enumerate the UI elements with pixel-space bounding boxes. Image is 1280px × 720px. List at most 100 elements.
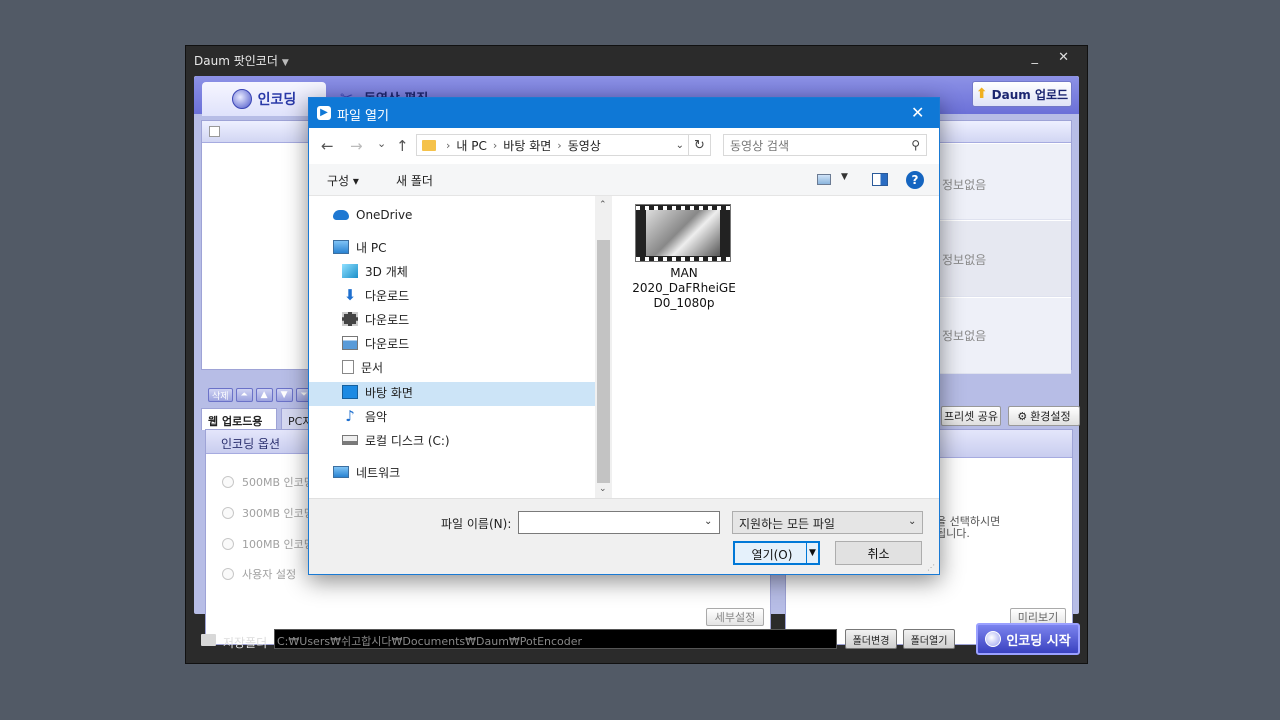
chevron-down-icon[interactable]: ▼ [841, 172, 848, 182]
file-name[interactable]: MAN 2020_DaFRheiGE D0_1080p [620, 266, 748, 311]
tab-web-upload[interactable]: 웹 업로드용 [201, 408, 277, 430]
music-icon: ♪ [345, 407, 355, 425]
window-controls[interactable]: _ ✕ [1031, 50, 1077, 65]
video-thumbnail[interactable] [635, 204, 731, 262]
resize-grip-icon[interactable]: ⋰ [927, 563, 935, 572]
chevron-down-icon[interactable]: ⌄ [704, 516, 712, 527]
open-split-dropdown-icon[interactable]: ▼ [806, 543, 818, 563]
radio-icon[interactable] [222, 568, 234, 580]
nav-item-network[interactable]: 네트워크 [333, 461, 400, 483]
nav-item-label: 네트워크 [356, 465, 401, 480]
close-icon[interactable]: ✕ [911, 103, 924, 122]
search-input[interactable]: 동영상 검색 ⚲ [723, 134, 927, 156]
new-folder-button[interactable]: 새 폴더 [396, 172, 433, 189]
radio-option[interactable]: 사용자 설정 [222, 566, 296, 582]
list-row-info: 정보없음 [942, 329, 987, 343]
dialog-toolbar: 구성 ▾ 새 폴더 ▼ ? [309, 164, 939, 196]
preset-share-button[interactable]: 프리셋 공유 [941, 406, 1001, 426]
nav-scrollbar-thumb[interactable] [597, 240, 610, 483]
radio-label: 500MB 인코딩 [242, 476, 314, 489]
file-type-select[interactable]: 지원하는 모든 파일 [732, 511, 923, 534]
nav-item-label: 음악 [365, 409, 388, 424]
filename-label: 파일 이름(N): [441, 517, 512, 531]
nav-item-label: 다운로드 [365, 336, 410, 351]
search-icon: ⚲ [911, 138, 920, 152]
chevron-right-icon: › [557, 138, 562, 152]
save-path-field[interactable]: C:₩Users₩쉬고합시다₩Documents₩Daum₩PotEncoder [274, 629, 837, 649]
radio-icon[interactable] [222, 476, 234, 488]
nav-item-3d-objects[interactable]: 3D 개체 [342, 260, 408, 282]
start-encoding-label: 인코딩 시작 [1006, 633, 1071, 649]
nav-item-this-pc[interactable]: 내 PC [333, 236, 386, 258]
radio-icon[interactable] [222, 538, 234, 550]
cancel-button[interactable]: 취소 [835, 541, 922, 565]
move-down-button[interactable]: ▼ [275, 388, 293, 402]
nav-item-desktop[interactable]: 바탕 화면 [342, 381, 413, 403]
film-holes [636, 257, 730, 261]
tab-encoding-label: 인코딩 [257, 92, 297, 108]
settings-button[interactable]: ⚙ 환경설정 [1008, 406, 1080, 426]
open-folder-button[interactable]: 폴더열기 [903, 629, 955, 649]
start-encoding-button[interactable]: 인코딩 시작 [976, 623, 1080, 655]
menu-caret-icon[interactable]: ▼ [282, 58, 289, 68]
dialog-titlebar[interactable]: ▶ 파일 열기 ✕ [309, 98, 939, 128]
nav-item-local-disk[interactable]: 로컬 디스크 (C:) [342, 429, 450, 451]
delete-button[interactable]: 삭제 [208, 388, 233, 402]
open-button[interactable]: 열기(O) ▼ [733, 541, 820, 565]
nav-item-videos[interactable]: 다운로드 [342, 308, 409, 330]
app-title-text: Daum 팟인코더 [194, 54, 278, 68]
document-icon [342, 360, 354, 374]
preview-hint: 을 선택하시면 됩니다. [936, 516, 1000, 540]
daum-upload-label: Daum 업로드 [991, 87, 1069, 102]
view-options-icon[interactable] [817, 174, 831, 185]
breadcrumb-item[interactable]: 바탕 화면 [503, 137, 551, 154]
change-folder-button[interactable]: 폴더변경 [845, 629, 897, 649]
forward-arrow-icon[interactable]: → [350, 137, 363, 155]
move-up-button[interactable]: ▲ [255, 388, 273, 402]
back-arrow-icon[interactable]: ← [321, 137, 334, 155]
app-title[interactable]: Daum 팟인코더 ▼ [194, 52, 289, 69]
picture-icon [342, 336, 358, 350]
file-open-dialog: ▶ 파일 열기 ✕ ← → ⌄ ↑ › 내 PC › 바탕 화면 › 동영상 ⌄… [308, 97, 940, 575]
list-row-info: 정보없음 [942, 253, 987, 267]
nav-item-label: 다운로드 [365, 288, 410, 303]
radio-option[interactable]: 500MB 인코딩 [222, 474, 314, 490]
dialog-title: 파일 열기 [337, 109, 389, 124]
scroll-down-icon[interactable]: ⌄ [599, 484, 607, 494]
file-name-line: MAN [670, 266, 698, 280]
nav-item-music[interactable]: ♪ 음악 [342, 405, 387, 427]
list-buttons: 삭제 ⏶ ▲ ▼ ⏷ [208, 388, 313, 402]
scroll-up-icon[interactable]: ⌃ [599, 200, 607, 210]
breadcrumb[interactable]: › 내 PC › 바탕 화면 › 동영상 ⌄ [416, 134, 689, 156]
gear-icon: ⚙ [1017, 409, 1028, 423]
encoding-disc-icon [231, 89, 252, 109]
chevron-down-icon[interactable]: ⌄ [908, 516, 916, 527]
nav-item-downloads[interactable]: ⬇ 다운로드 [342, 284, 409, 306]
radio-option[interactable]: 100MB 인코딩 [222, 536, 314, 552]
select-all-checkbox[interactable] [209, 126, 220, 137]
move-top-button[interactable]: ⏶ [235, 388, 253, 402]
radio-label: 100MB 인코딩 [242, 538, 314, 551]
filename-input[interactable] [518, 511, 720, 534]
film-icon [342, 312, 358, 326]
chevron-down-icon[interactable]: ⌄ [676, 140, 684, 151]
nav-item-pictures[interactable]: 다운로드 [342, 332, 409, 354]
video-frame [646, 210, 720, 256]
nav-item-label: 다운로드 [365, 312, 410, 327]
recent-locations-icon[interactable]: ⌄ [377, 137, 386, 150]
up-arrow-icon[interactable]: ↑ [396, 137, 409, 155]
radio-icon[interactable] [222, 507, 234, 519]
help-icon[interactable]: ? [906, 171, 924, 189]
file-name-line: D0_1080p [653, 296, 715, 310]
daum-upload-button[interactable]: ⬆ Daum 업로드 [972, 81, 1072, 107]
preview-pane-icon[interactable] [872, 173, 888, 186]
breadcrumb-item[interactable]: 동영상 [568, 137, 601, 154]
save-bar: 저장폴더 C:₩Users₩쉬고합시다₩Documents₩Daum₩PotEn… [186, 621, 1087, 663]
radio-option[interactable]: 300MB 인코딩 [222, 505, 314, 521]
refresh-icon[interactable]: ↻ [689, 134, 711, 156]
organize-menu[interactable]: 구성 ▾ [327, 172, 359, 189]
nav-item-documents[interactable]: 문서 [342, 356, 383, 378]
breadcrumb-item[interactable]: 내 PC [456, 137, 486, 154]
nav-item-onedrive[interactable]: OneDrive [333, 204, 412, 226]
chevron-right-icon: › [492, 138, 498, 152]
